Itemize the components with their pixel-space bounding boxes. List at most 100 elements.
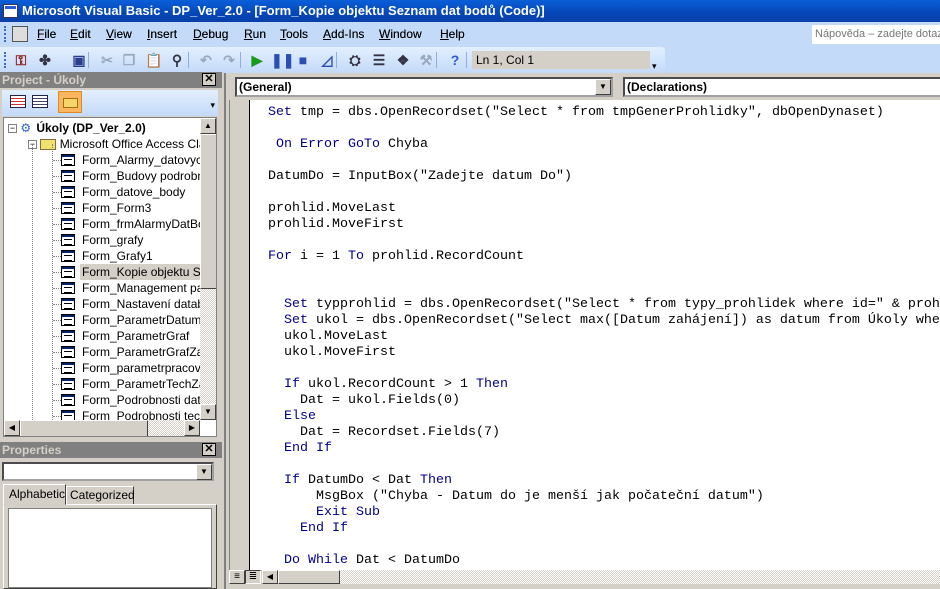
tree-item[interactable]: Form_Kopie objektu Sezn — [52, 264, 216, 280]
close-properties-button[interactable]: ✕ — [202, 443, 216, 456]
properties-window-icon[interactable]: ☰ — [370, 51, 388, 69]
tab-categorized[interactable]: Categorized — [66, 486, 135, 505]
object-browser-icon[interactable]: ❖ — [394, 51, 412, 69]
code-line[interactable]: On Error GoTo Chyba — [268, 137, 428, 153]
design-mode-icon[interactable]: ◿ — [318, 51, 336, 69]
scroll-right-icon[interactable]: ▶ — [184, 420, 200, 436]
help-icon[interactable]: ? — [446, 51, 464, 69]
undo-icon[interactable]: ↶ — [197, 51, 215, 69]
code-line[interactable]: If ukol.RecordCount > 1 Then — [268, 377, 508, 393]
scroll-left-icon[interactable]: ◀ — [4, 420, 20, 436]
scroll-left-icon[interactable]: ◀ — [262, 570, 278, 584]
menu-view[interactable]: View View — [106, 27, 132, 41]
view-object-icon[interactable] — [32, 95, 48, 108]
save-icon[interactable]: ▣ — [70, 51, 88, 69]
tree-horizontal-scrollbar[interactable]: ◀ ▶ — [4, 420, 200, 436]
code-line[interactable]: DatumDo = InputBox("Zadejte datum Do") — [268, 169, 572, 185]
scroll-up-icon[interactable]: ▲ — [200, 118, 216, 134]
tree-item-label: Form_Alarmy_datovych_ — [82, 153, 216, 167]
menu-insert[interactable]: Insert Insert — [147, 27, 177, 41]
tree-item[interactable]: Form_grafy — [52, 232, 202, 248]
menu-window[interactable]: Window Window — [379, 27, 422, 41]
menu-tools[interactable]: Tools Tools — [280, 27, 308, 41]
copy-icon[interactable]: ❐ — [120, 51, 138, 69]
code-line[interactable]: Set typprohlid = dbs.OpenRecordset("Sele… — [268, 297, 940, 313]
view-access-icon[interactable]: ⚿ — [12, 51, 30, 69]
insert-module-icon[interactable]: ✤ — [36, 51, 54, 69]
tree-item[interactable]: Form_Podrobnosti dat bc — [52, 392, 216, 408]
scrollbar-thumb[interactable] — [200, 134, 216, 289]
tree-item[interactable]: Form_Budovy podrobnos — [52, 168, 216, 184]
tree-root-project[interactable]: − ⚙ Úkoly (DP_Ver_2.0) — [8, 120, 146, 136]
code-line[interactable]: prohlid.MoveLast — [268, 201, 396, 217]
tree-item-label: Form_datove_body — [82, 185, 186, 199]
tree-item[interactable]: Form_ParametrDatum — [52, 312, 202, 328]
scrollbar-thumb[interactable] — [278, 570, 340, 584]
menu-add-ins[interactable]: Add-Ins Add-Ins — [323, 27, 364, 41]
collapse-icon[interactable]: − — [8, 124, 17, 134]
code-line[interactable]: ukol.MoveLast — [268, 329, 388, 345]
code-line[interactable]: Do While Dat < DatumDo — [268, 553, 460, 569]
object-select[interactable]: ▼ — [2, 462, 214, 481]
toggle-folders-icon[interactable] — [58, 91, 82, 113]
redo-icon[interactable]: ↷ — [220, 51, 238, 69]
toolbar-options-icon[interactable]: ▾ — [210, 100, 215, 111]
tab-alphabetic[interactable]: Alphabetic — [3, 484, 66, 505]
code-line[interactable]: ukol.MoveFirst — [268, 345, 396, 361]
view-code-icon[interactable] — [10, 95, 26, 108]
close-project-button[interactable]: ✕ — [202, 73, 216, 86]
tree-item[interactable]: Form_ParametrGraf — [52, 328, 202, 344]
project-explorer-icon[interactable]: ⛭ — [346, 51, 364, 69]
tree-item[interactable]: Form_ParametrTechZar — [52, 376, 209, 392]
code-line[interactable]: Dat = ukol.Fields(0) — [268, 393, 460, 409]
code-line[interactable]: If DatumDo < Dat Then — [268, 473, 452, 489]
menu-run[interactable]: Run Run — [244, 27, 266, 41]
code-line[interactable]: MsgBox ("Chyba - Datum do je menší jak p… — [268, 489, 764, 505]
code-line[interactable]: Else — [268, 409, 316, 425]
scroll-down-icon[interactable]: ▼ — [200, 404, 216, 420]
tree-item[interactable]: Form_Management pane — [52, 280, 216, 296]
tree-item[interactable]: Form_frmAlarmyDatBodu — [52, 216, 216, 232]
code-line[interactable]: End If — [268, 521, 348, 537]
tree-item[interactable]: Form_Nastavení databáz — [52, 296, 216, 312]
code-line[interactable]: Set tmp = dbs.OpenRecordset("Select * fr… — [268, 105, 884, 121]
cut-icon[interactable]: ✂ — [98, 51, 116, 69]
procedure-dropdown[interactable]: (Declarations) — [623, 77, 940, 97]
toolbox-icon[interactable]: ⚒ — [417, 51, 435, 69]
find-icon[interactable]: ⚲ — [168, 51, 186, 69]
code-line[interactable]: Set ukol = dbs.OpenRecordset("Select max… — [268, 313, 940, 329]
code-line[interactable]: End If — [268, 441, 332, 457]
tree-item[interactable]: Form_parametrpracovnik — [52, 360, 216, 376]
menu-debug[interactable]: Debug Debug — [193, 27, 228, 41]
code-window-menu-icon[interactable] — [12, 26, 28, 42]
tree-item[interactable]: Form_Alarmy_datovych_ — [52, 152, 215, 168]
paste-icon[interactable]: 📋 — [145, 51, 163, 69]
tree-item[interactable]: Form_Grafy1 — [52, 248, 202, 264]
tree-item[interactable]: Form_Form3 — [52, 200, 202, 216]
dropdown-arrow-icon[interactable]: ▼ — [595, 79, 611, 95]
procedure-view-button[interactable]: ≡ — [229, 570, 245, 584]
object-dropdown[interactable]: (General) ▼ — [235, 77, 613, 97]
toolbar-options-icon[interactable]: ▾ — [652, 61, 657, 72]
dropdown-arrow-icon[interactable]: ▼ — [196, 464, 212, 480]
menu-file[interactable]: File File — [37, 27, 56, 41]
code-horizontal-scrollbar[interactable]: ◀ — [262, 570, 940, 584]
scrollbar-thumb[interactable] — [20, 420, 148, 436]
reset-icon[interactable]: ■ — [294, 51, 312, 69]
break-icon[interactable]: ❚❚ — [271, 51, 294, 69]
tree-folder-access-classes[interactable]: − Microsoft Office Access Class — [28, 136, 216, 152]
menu-edit[interactable]: Edit Edit — [70, 27, 91, 41]
tree-item[interactable]: Form_ParametrGrafZavis — [52, 344, 216, 360]
code-line[interactable]: For i = 1 To prohlid.RecordCount — [268, 249, 524, 265]
code-editor[interactable]: Set tmp = dbs.OpenRecordset("Select * fr… — [249, 100, 940, 570]
code-line[interactable]: Dat = Recordset.Fields(7) — [268, 425, 500, 441]
help-search-input[interactable]: Nápověda – zadejte dotaz — [812, 25, 940, 44]
menu-help[interactable]: Help Help — [440, 27, 465, 41]
tree-item[interactable]: Form_datove_body — [52, 184, 202, 200]
tree-vertical-scrollbar[interactable]: ▲ ▼ — [200, 118, 216, 420]
menu-label-rest: indow — [390, 27, 422, 41]
code-line[interactable]: Exit Sub — [268, 505, 380, 521]
run-icon[interactable]: ▶ — [248, 51, 266, 69]
code-line[interactable]: prohlid.MoveFirst — [268, 217, 404, 233]
full-module-view-button[interactable]: ≣ — [245, 570, 261, 584]
